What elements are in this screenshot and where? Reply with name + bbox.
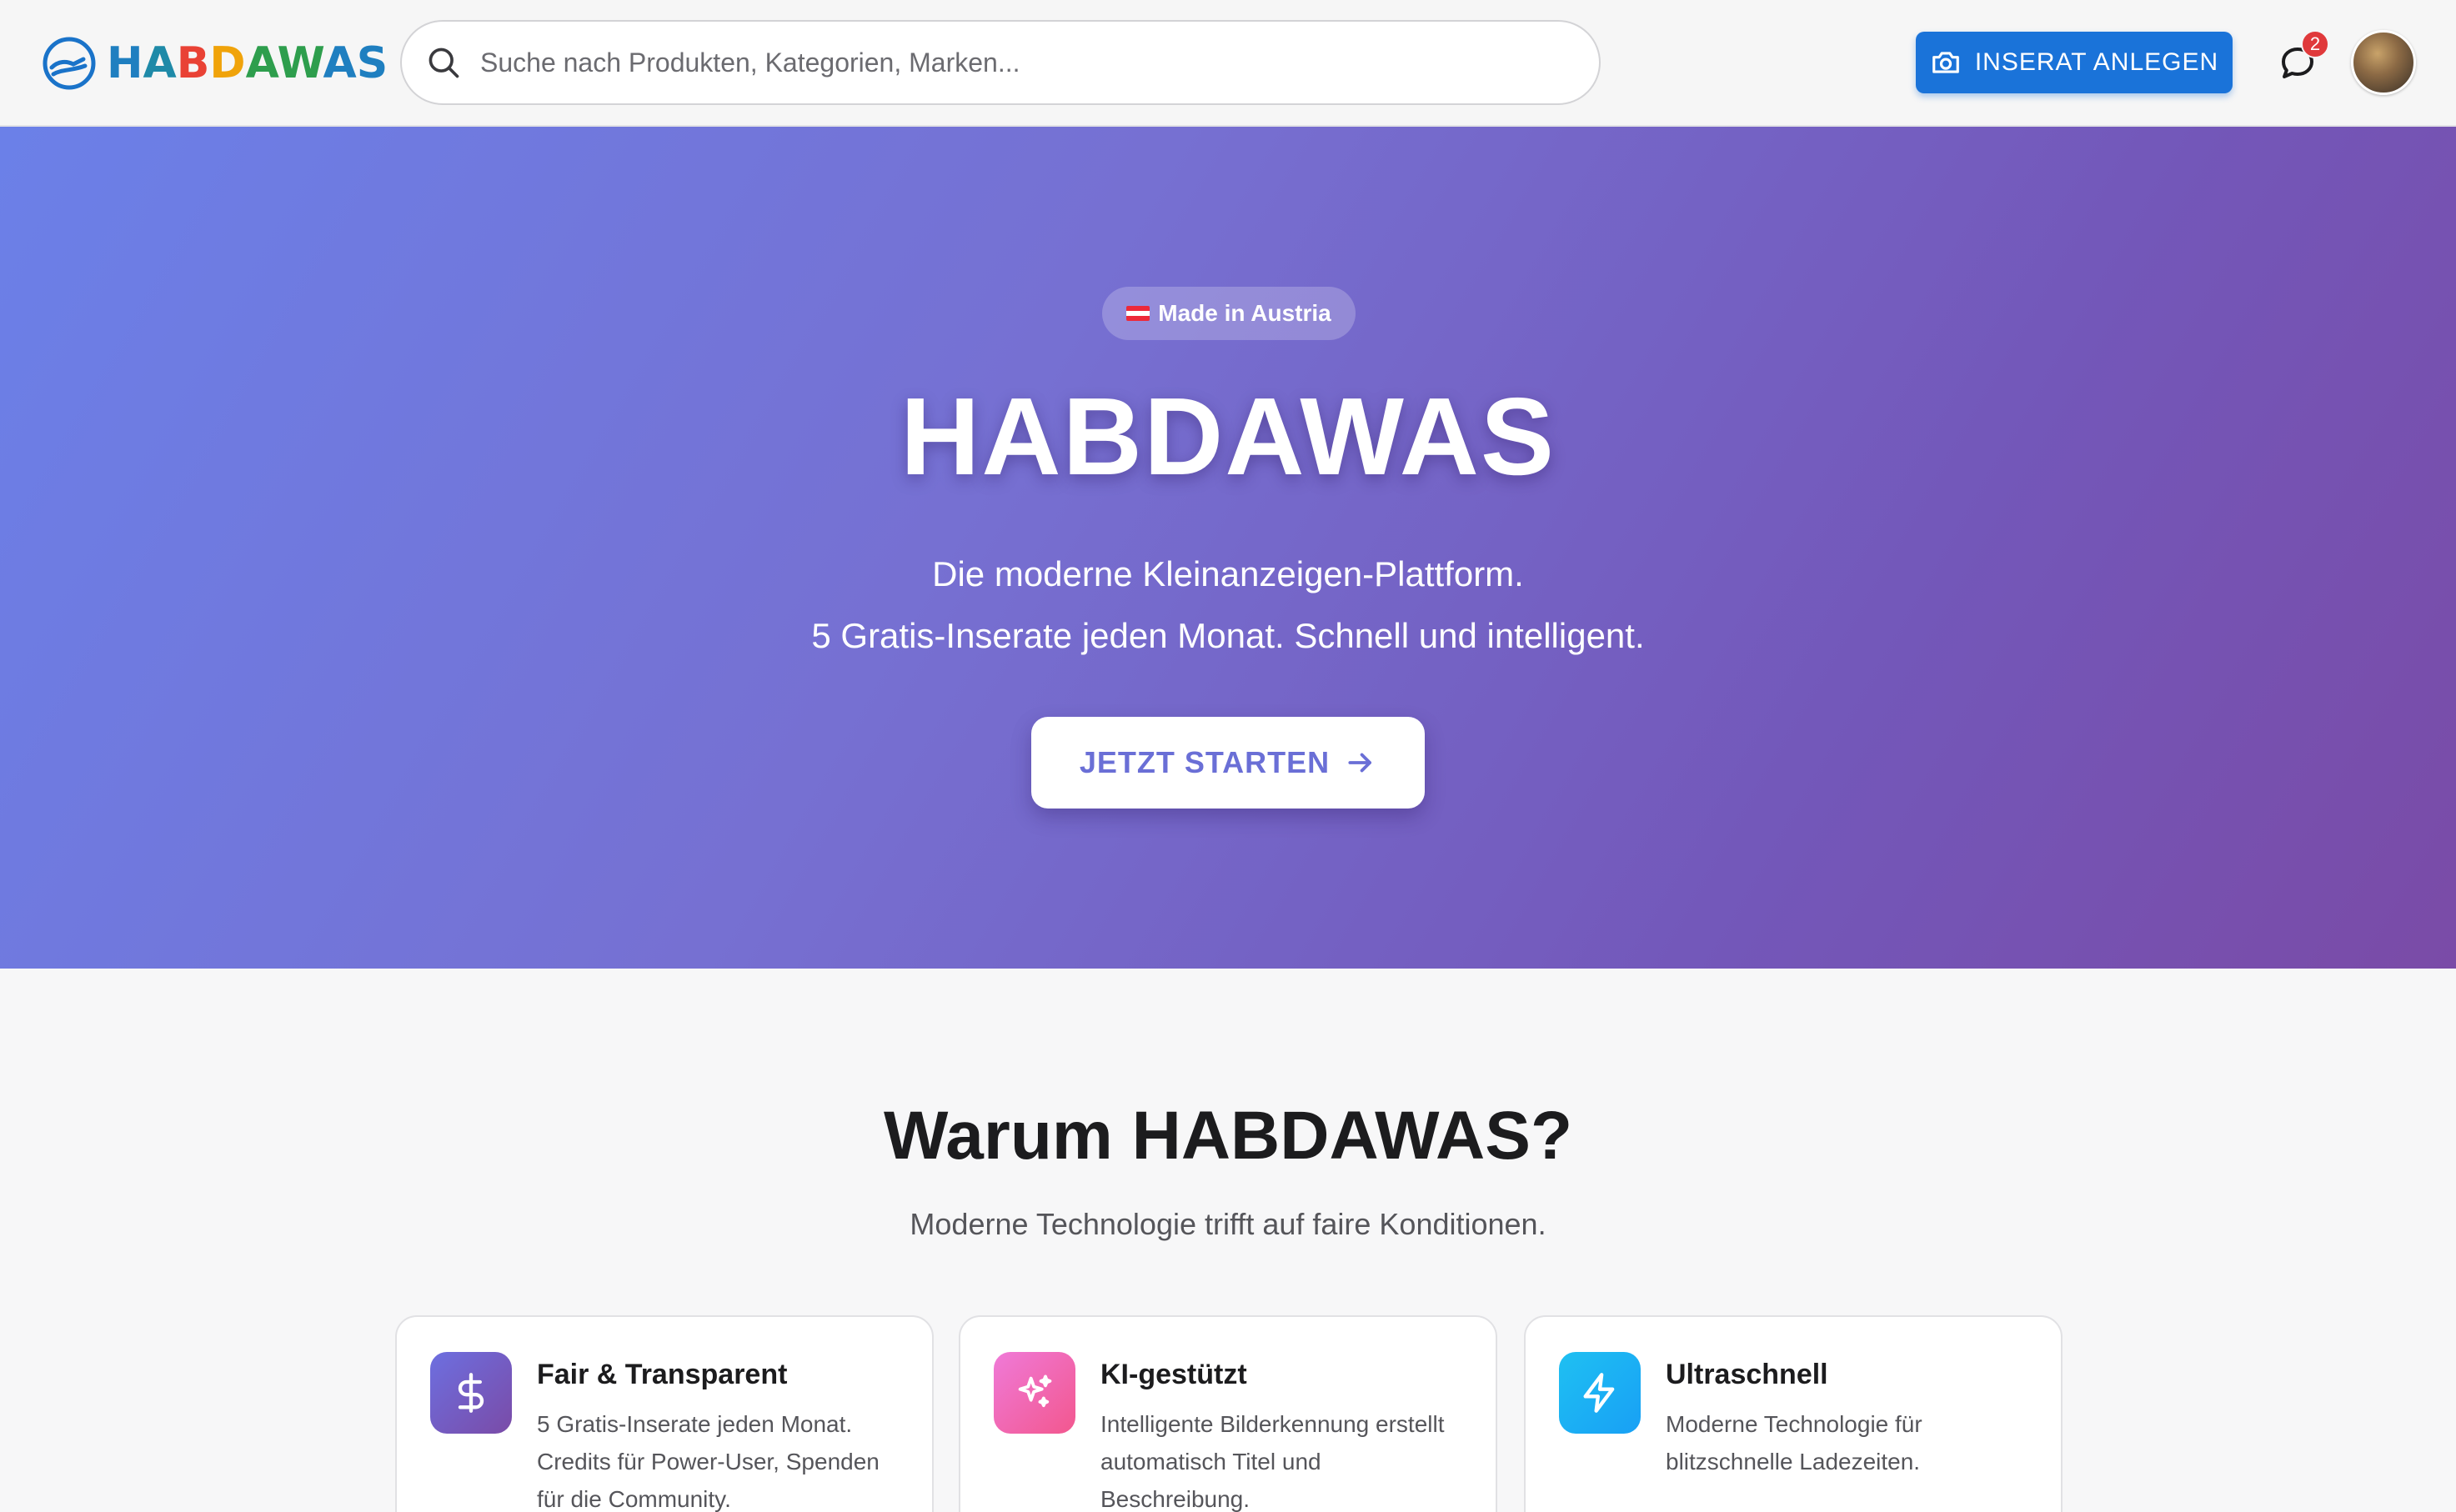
feature-icon-box xyxy=(430,1352,512,1434)
austria-flag-icon xyxy=(1126,306,1150,321)
why-title: Warum HABDAWAS? xyxy=(883,1098,1573,1174)
feature-title: Ultraschnell xyxy=(1666,1359,1828,1390)
lightning-icon xyxy=(1583,1373,1615,1413)
feature-card-fair: Fair & Transparent 5 Gratis-Inserate jed… xyxy=(395,1315,934,1512)
feature-icon-box xyxy=(1559,1352,1641,1434)
feature-card-ai: KI-gestützt Intelligente Bilderkennung e… xyxy=(959,1315,1497,1512)
feature-text: Moderne Technologie für blitzschnelle La… xyxy=(1666,1411,1922,1474)
get-started-button[interactable]: JETZT STARTEN xyxy=(1031,717,1425,809)
arrow-right-icon xyxy=(1348,753,1372,773)
dollar-icon xyxy=(458,1373,484,1413)
camera-icon xyxy=(1932,52,1959,73)
create-listing-button[interactable]: INSERAT ANLEGEN xyxy=(1916,32,2233,93)
hero-section: Made in Austria HABDAWAS Die moderne Kle… xyxy=(0,127,2456,969)
feature-text: Intelligente Bilderkennung erstellt auto… xyxy=(1100,1411,1445,1512)
hero-subtitle-line-1: Die moderne Kleinanzeigen-Plattform. xyxy=(932,554,1524,593)
top-header: HABDAWAS INSERAT ANLEGEN 2 xyxy=(0,0,2456,127)
create-listing-label: INSERAT ANLEGEN xyxy=(1974,48,2219,76)
search-input[interactable] xyxy=(480,47,1564,78)
why-subtitle: Moderne Technologie trifft auf faire Kon… xyxy=(910,1207,1546,1241)
feature-card-fast: Ultraschnell Moderne Technologie für bli… xyxy=(1524,1315,2063,1512)
feature-icon-box xyxy=(994,1352,1075,1434)
hero-title: HABDAWAS xyxy=(900,375,1556,498)
made-in-austria-chip: Made in Austria xyxy=(1102,287,1356,340)
sparkles-icon xyxy=(1018,1374,1052,1408)
feature-text: 5 Gratis-Inserate jeden Monat. Credits f… xyxy=(537,1411,880,1512)
hands-logo-icon xyxy=(43,37,96,90)
search-bar xyxy=(400,20,1601,105)
feature-title: Fair & Transparent xyxy=(537,1359,788,1390)
logo[interactable]: HABDAWAS xyxy=(42,33,388,93)
feature-title: KI-gestützt xyxy=(1100,1359,1247,1390)
user-avatar[interactable] xyxy=(2351,30,2416,95)
chip-label: Made in Austria xyxy=(1158,300,1331,326)
hero-subtitle: Die moderne Kleinanzeigen-Plattform. 5 G… xyxy=(0,543,2456,667)
search-icon xyxy=(429,48,459,78)
get-started-label: JETZT STARTEN xyxy=(1079,745,1331,779)
hero-subtitle-line-2: 5 Gratis-Inserate jeden Monat. Schnell u… xyxy=(811,616,1645,655)
logo-text: HABDAWAS xyxy=(107,38,388,88)
message-count-badge: 2 xyxy=(2301,30,2329,58)
